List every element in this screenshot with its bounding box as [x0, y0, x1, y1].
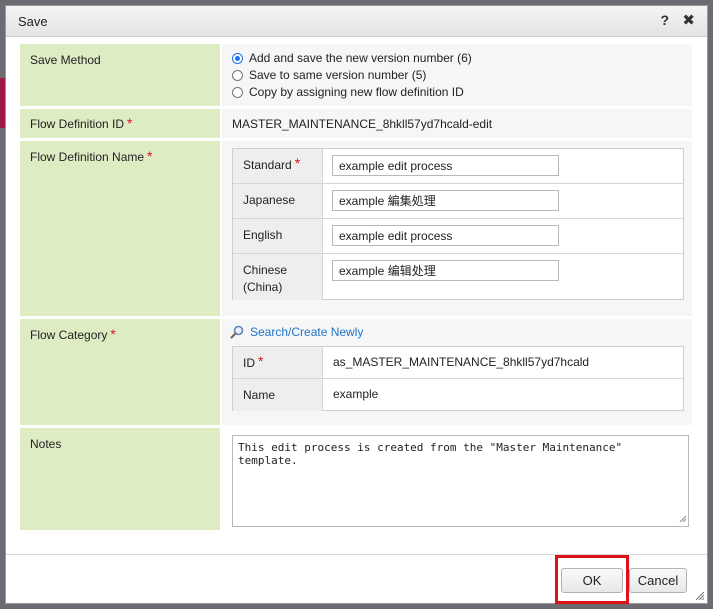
japanese-name-input[interactable]	[332, 190, 559, 211]
required-mark: *	[110, 326, 116, 342]
category-id-value: as_MASTER_MAINTENANCE_8hkll57yd7hcald	[333, 355, 590, 369]
radio-button[interactable]	[232, 52, 243, 64]
category-id-cell: as_MASTER_MAINTENANCE_8hkll57yd7hcald	[323, 347, 683, 378]
flow-category-label: Flow Category *	[20, 319, 220, 425]
standard-name-input[interactable]	[332, 155, 559, 176]
locale-label: English	[233, 219, 323, 253]
cancel-button[interactable]: Cancel	[629, 568, 687, 593]
dialog-footer: OK Cancel	[6, 554, 707, 604]
radio-add-new-version[interactable]: Add and save the new version number (6)	[232, 50, 472, 66]
chinese-name-input[interactable]	[332, 260, 559, 281]
category-name-label: Name	[233, 379, 323, 411]
locale-label: Standard *	[233, 149, 323, 183]
locale-label: Japanese	[233, 184, 323, 218]
notes-cell: This edit process is created from the "M…	[222, 428, 692, 530]
category-id-label-text: ID	[243, 356, 255, 370]
notes-label: Notes	[20, 428, 220, 530]
category-id-label: ID *	[233, 347, 323, 378]
locale-value-cell	[323, 149, 683, 183]
locale-row-chinese: Chinese (China)	[233, 254, 683, 300]
flow-category-cell: Search/Create Newly ID * as_MASTER_MAINTE…	[222, 319, 692, 425]
flow-definition-name-row: Flow Definition Name* Standard* Japanese	[20, 141, 692, 316]
flow-name-locale-table: Standard* Japanese English	[232, 148, 684, 300]
flow-definition-id-row: Flow Definition ID * MASTER_MAINTENANCE_8…	[20, 109, 692, 138]
notes-label-text: Notes	[30, 437, 62, 451]
radio-button[interactable]	[232, 69, 243, 81]
radio-label: Add and save the new version number (6)	[249, 51, 472, 65]
required-mark: *	[127, 115, 133, 131]
close-icon[interactable]: ✖	[682, 11, 695, 29]
help-icon[interactable]: ?	[660, 12, 669, 28]
required-mark: *	[258, 353, 264, 369]
search-create-link[interactable]: Search/Create Newly	[230, 325, 363, 339]
locale-value-cell	[323, 184, 683, 218]
save-method-options: Add and save the new version number (6) …	[222, 44, 692, 106]
flow-category-row: Flow Category * Search/Create Newly ID * a…	[20, 319, 692, 425]
save-method-label: Save Method	[20, 44, 220, 106]
flow-definition-id-label-text: Flow Definition ID	[30, 117, 125, 131]
magnifier-icon	[230, 325, 244, 339]
notes-textarea[interactable]: This edit process is created from the "M…	[232, 435, 689, 527]
category-name-cell: example	[323, 379, 683, 411]
locale-label: Chinese (China)	[233, 254, 323, 300]
save-dialog: Save ? ✖ Save Method Add and save the ne…	[5, 5, 708, 604]
flow-category-label-text: Flow Category	[30, 328, 108, 342]
required-mark: *	[147, 148, 153, 164]
flow-definition-id-label: Flow Definition ID *	[20, 109, 220, 138]
locale-value-cell	[323, 254, 683, 300]
locale-label-text: Standard	[243, 158, 292, 172]
category-id-row: ID * as_MASTER_MAINTENANCE_8hkll57yd7hcal…	[233, 347, 683, 379]
radio-button[interactable]	[232, 86, 243, 98]
ok-button[interactable]: OK	[561, 568, 623, 593]
search-create-link-text: Search/Create Newly	[250, 325, 364, 339]
save-method-label-text: Save Method	[30, 53, 101, 67]
flow-definition-id-value: MASTER_MAINTENANCE_8hkll57yd7hcald-edit	[232, 117, 493, 131]
radio-same-version[interactable]: Save to same version number (5)	[232, 67, 426, 83]
dialog-titlebar[interactable]: Save ? ✖	[6, 6, 707, 37]
save-method-row: Save Method Add and save the new version…	[20, 44, 692, 106]
locale-row-english: English	[233, 219, 683, 254]
locale-row-japanese: Japanese	[233, 184, 683, 219]
flow-definition-name-cell: Standard* Japanese English	[222, 141, 692, 316]
window-resize-icon[interactable]	[694, 590, 704, 600]
category-name-value: example	[333, 387, 379, 401]
flow-definition-name-label-text: Flow Definition Name	[30, 150, 145, 164]
radio-label: Copy by assigning new flow definition ID	[249, 85, 464, 99]
required-mark: *	[294, 155, 301, 171]
flow-category-table: ID * as_MASTER_MAINTENANCE_8hkll57yd7hcal…	[232, 346, 684, 411]
radio-label: Save to same version number (5)	[249, 68, 427, 82]
locale-value-cell	[323, 219, 683, 253]
radio-copy-new-id[interactable]: Copy by assigning new flow definition ID	[232, 84, 464, 100]
textarea-resize-icon[interactable]	[678, 514, 686, 522]
category-name-row: Name example	[233, 379, 683, 411]
flow-definition-id-cell: MASTER_MAINTENANCE_8hkll57yd7hcald-edit	[222, 109, 692, 138]
flow-definition-name-label: Flow Definition Name *	[20, 141, 220, 316]
english-name-input[interactable]	[332, 225, 559, 246]
locale-row-standard: Standard *	[233, 149, 683, 184]
notes-row: Notes This edit process is created from …	[20, 428, 692, 530]
dialog-title: Save	[18, 14, 48, 29]
